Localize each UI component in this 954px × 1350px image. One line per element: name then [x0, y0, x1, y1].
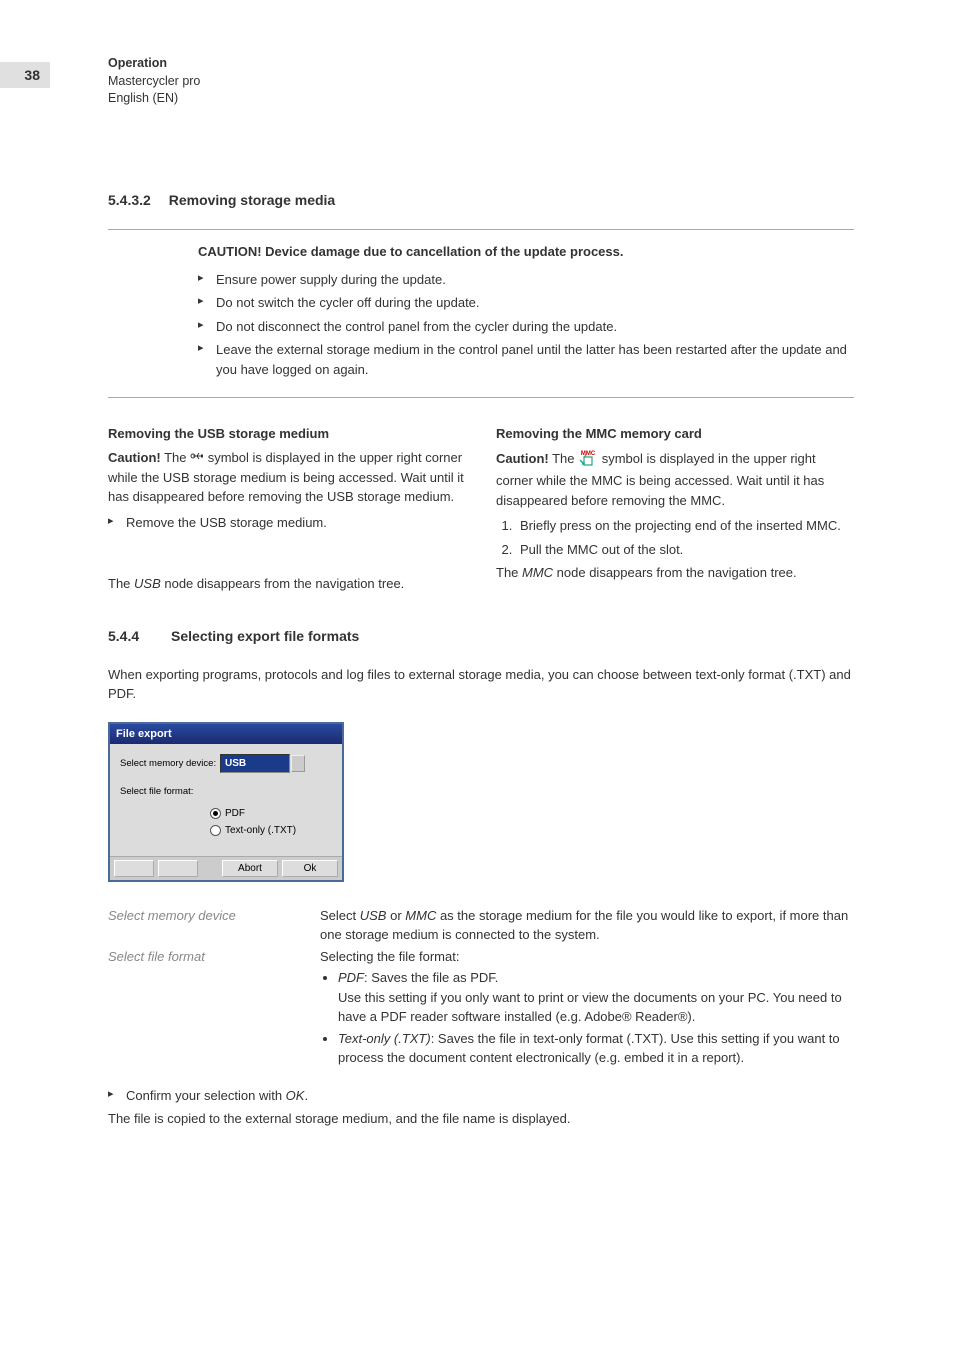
def-body: Selecting the file format: PDF: Saves th… [320, 947, 854, 1074]
text: node disappears from the navigation tree… [161, 576, 405, 591]
page-number: 38 [0, 62, 50, 88]
radio-row-txt[interactable]: Text-only (.TXT) [210, 823, 332, 838]
header-line3: English (EN) [108, 90, 200, 108]
mmc-result: The MMC node disappears from the navigat… [496, 563, 854, 583]
page: 38 Operation Mastercycler pro English (E… [0, 0, 954, 1350]
label-memory-device: Select memory device: [120, 757, 220, 771]
caution-box: CAUTION! Device damage due to cancellati… [108, 229, 854, 398]
mmc-caution-text: Caution! The MMC symbol is displayed in … [496, 448, 854, 511]
usb-icon [190, 448, 204, 468]
blank-button[interactable] [114, 860, 154, 877]
usb-title: Removing the USB storage medium [108, 424, 466, 444]
file-export-dialog: File export Select memory device: USB Se… [108, 722, 344, 882]
label-file-format: Select file format: [120, 785, 220, 799]
heading-title: Selecting export file formats [171, 628, 359, 644]
caution-bold: Caution! [496, 451, 549, 466]
dialog-footer: Abort Ok [110, 856, 342, 880]
abort-button[interactable]: Abort [222, 860, 278, 877]
usb-column: Removing the USB storage medium Caution!… [108, 424, 466, 600]
svg-text:MMC: MMC [581, 451, 596, 457]
radio-label: PDF [225, 806, 245, 821]
section-544-intro: When exporting programs, protocols and l… [108, 665, 854, 704]
select-memory-device[interactable]: USB [220, 754, 290, 773]
def-row: Select file format Selecting the file fo… [108, 947, 854, 1074]
mmc-icon: MMC [578, 448, 598, 472]
def-body: Select USB or MMC as the storage medium … [320, 906, 854, 945]
caution-title: CAUTION! Device damage due to cancellati… [198, 242, 854, 262]
blank-button[interactable] [158, 860, 198, 877]
mmc-title: Removing the MMC memory card [496, 424, 854, 444]
text-italic: MMC [522, 565, 553, 580]
text-italic: PDF [338, 970, 364, 985]
caution-item: Do not switch the cycler off during the … [198, 293, 854, 313]
text: Selecting the file format: [320, 947, 854, 967]
dialog-body: Select memory device: USB Select file fo… [110, 744, 342, 855]
usb-result: The USB node disappears from the navigat… [108, 574, 466, 594]
def-term: Select file format [108, 947, 320, 1074]
running-header: Operation Mastercycler pro English (EN) [108, 55, 200, 108]
list-item: Text-only (.TXT): Saves the file in text… [338, 1029, 854, 1068]
mmc-step: Pull the MMC out of the slot. [516, 540, 854, 560]
heading-544: 5.4.4 Selecting export file formats [108, 626, 854, 647]
heading-number: 5.4.4 [108, 628, 139, 644]
radio-row-pdf[interactable]: PDF [210, 806, 332, 821]
final-copied-text: The file is copied to the external stora… [108, 1109, 854, 1129]
caution-item: Leave the external storage medium in the… [198, 340, 854, 379]
usb-steps: Remove the USB storage medium. [108, 513, 466, 533]
text: or [386, 908, 405, 923]
select-value: USB [225, 758, 246, 769]
list-item: PDF: Saves the file as PDF. Use this set… [338, 968, 854, 1027]
heading-number: 5.4.3.2 [108, 192, 151, 208]
heading-5432: 5.4.3.2 Removing storage media [108, 190, 854, 211]
def-term: Select memory device [108, 906, 320, 945]
text: Confirm your selection with [126, 1088, 286, 1103]
chevron-down-icon [295, 758, 301, 762]
text: The [549, 451, 578, 466]
text-italic: MMC [405, 908, 436, 923]
text-italic: USB [134, 576, 161, 591]
radio-icon [210, 808, 221, 819]
caution-list: Ensure power supply during the update. D… [198, 270, 854, 380]
text: Use this setting if you only want to pri… [338, 988, 854, 1027]
text: The [161, 450, 190, 465]
text-italic: USB [360, 908, 387, 923]
two-column-section: Removing the USB storage medium Caution!… [108, 424, 854, 600]
caution-bold: Caution! [108, 450, 161, 465]
def-row: Select memory device Select USB or MMC a… [108, 906, 854, 945]
mmc-steps: Briefly press on the projecting end of t… [496, 516, 854, 559]
text: Select [320, 908, 360, 923]
header-line2: Mastercycler pro [108, 73, 200, 91]
usb-caution-text: Caution! The symbol is displayed in the … [108, 448, 466, 507]
text: The [108, 576, 134, 591]
radio-label: Text-only (.TXT) [225, 823, 296, 838]
mmc-step: Briefly press on the projecting end of t… [516, 516, 854, 536]
definition-table: Select memory device Select USB or MMC a… [108, 906, 854, 1074]
caution-item: Do not disconnect the control panel from… [198, 317, 854, 337]
content: 5.4.3.2 Removing storage media CAUTION! … [0, 0, 954, 1129]
final-step: Confirm your selection with OK. [108, 1086, 854, 1106]
text: . [304, 1088, 308, 1103]
header-line1: Operation [108, 55, 200, 73]
caution-item: Ensure power supply during the update. [198, 270, 854, 290]
mmc-column: Removing the MMC memory card Caution! Th… [496, 424, 854, 600]
ok-button[interactable]: Ok [282, 860, 338, 877]
usb-step: Remove the USB storage medium. [108, 513, 466, 533]
text-italic: Text-only (.TXT) [338, 1031, 431, 1046]
text: node disappears from the navigation tree… [553, 565, 797, 580]
final-step-list: Confirm your selection with OK. [108, 1086, 854, 1106]
heading-title: Removing storage media [169, 192, 336, 208]
radio-group-format: PDF Text-only (.TXT) [210, 806, 332, 838]
dialog-titlebar: File export [110, 724, 342, 745]
text: The [496, 565, 522, 580]
text-italic: OK [286, 1088, 305, 1103]
text: : Saves the file as PDF. [364, 970, 498, 985]
radio-icon [210, 825, 221, 836]
